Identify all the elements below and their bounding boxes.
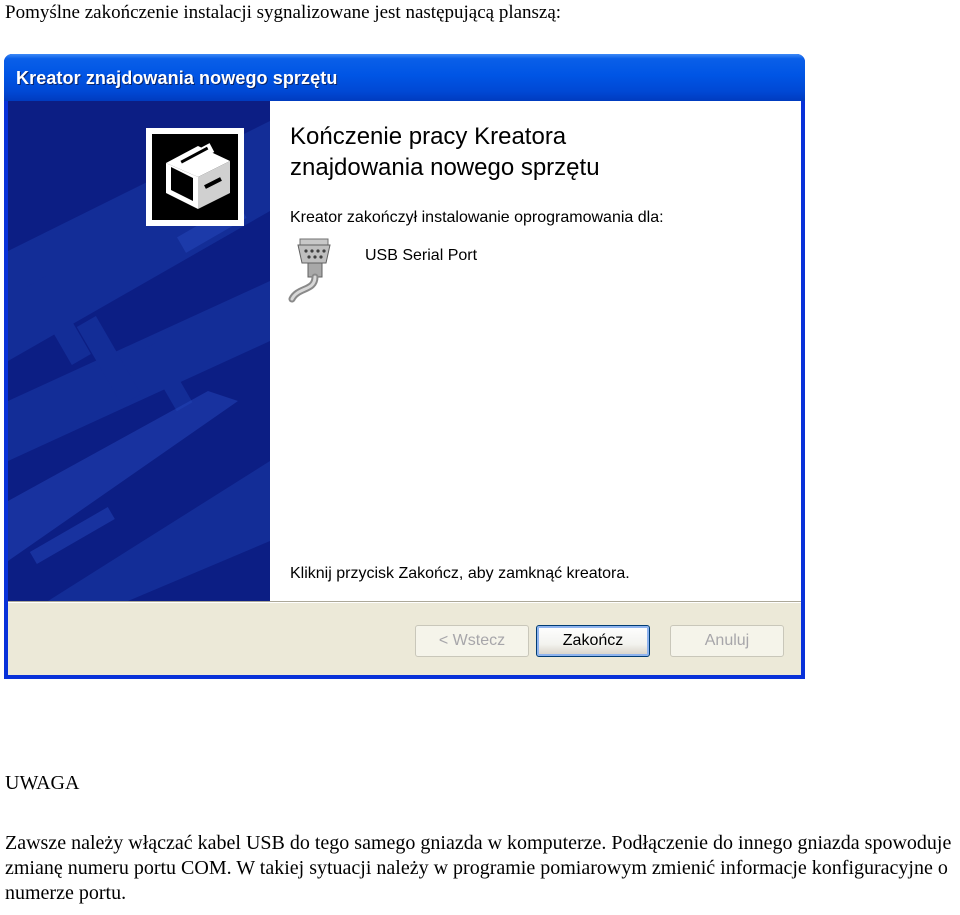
status-text: Kreator zakończył instalowanie oprogramo…	[290, 209, 664, 226]
heading-line-1: Kończenie pracy Kreatora	[290, 123, 567, 150]
wizard-dialog: Kreator znajdowania nowego sprzętu Kończ…	[4, 54, 805, 679]
wizard-heading: Kończenie pracy Kreatora znajdowania now…	[290, 121, 770, 183]
intro-text: Pomyślne zakończenie instalacji sygnaliz…	[5, 2, 562, 23]
banner-graphic	[8, 121, 270, 601]
finish-button[interactable]: Zakończ	[536, 625, 650, 657]
serial-port-connector-icon	[288, 238, 331, 303]
window-title: Kreator znajdowania nowego sprzętu	[16, 68, 338, 88]
dialog-client-area: Kończenie pracy Kreatora znajdowania now…	[8, 101, 801, 675]
button-divider	[8, 601, 801, 603]
warning-title: UWAGA	[5, 772, 80, 794]
wizard-banner	[8, 101, 270, 601]
title-bar[interactable]: Kreator znajdowania nowego sprzętu	[4, 54, 805, 101]
cancel-button[interactable]: Anuluj	[670, 625, 784, 657]
heading-line-2: znajdowania nowego sprzętu	[290, 154, 600, 181]
warning-text: Zawsze należy włączać kabel USB do tego …	[5, 832, 952, 904]
wizard-content: Kończenie pracy Kreatora znajdowania now…	[270, 101, 801, 601]
back-button[interactable]: < Wstecz	[415, 625, 529, 657]
hardware-wizard-icon	[146, 128, 244, 226]
device-name: USB Serial Port	[365, 247, 478, 264]
finish-hint: Kliknij przycisk Zakończ, aby zamknąć kr…	[290, 565, 630, 582]
